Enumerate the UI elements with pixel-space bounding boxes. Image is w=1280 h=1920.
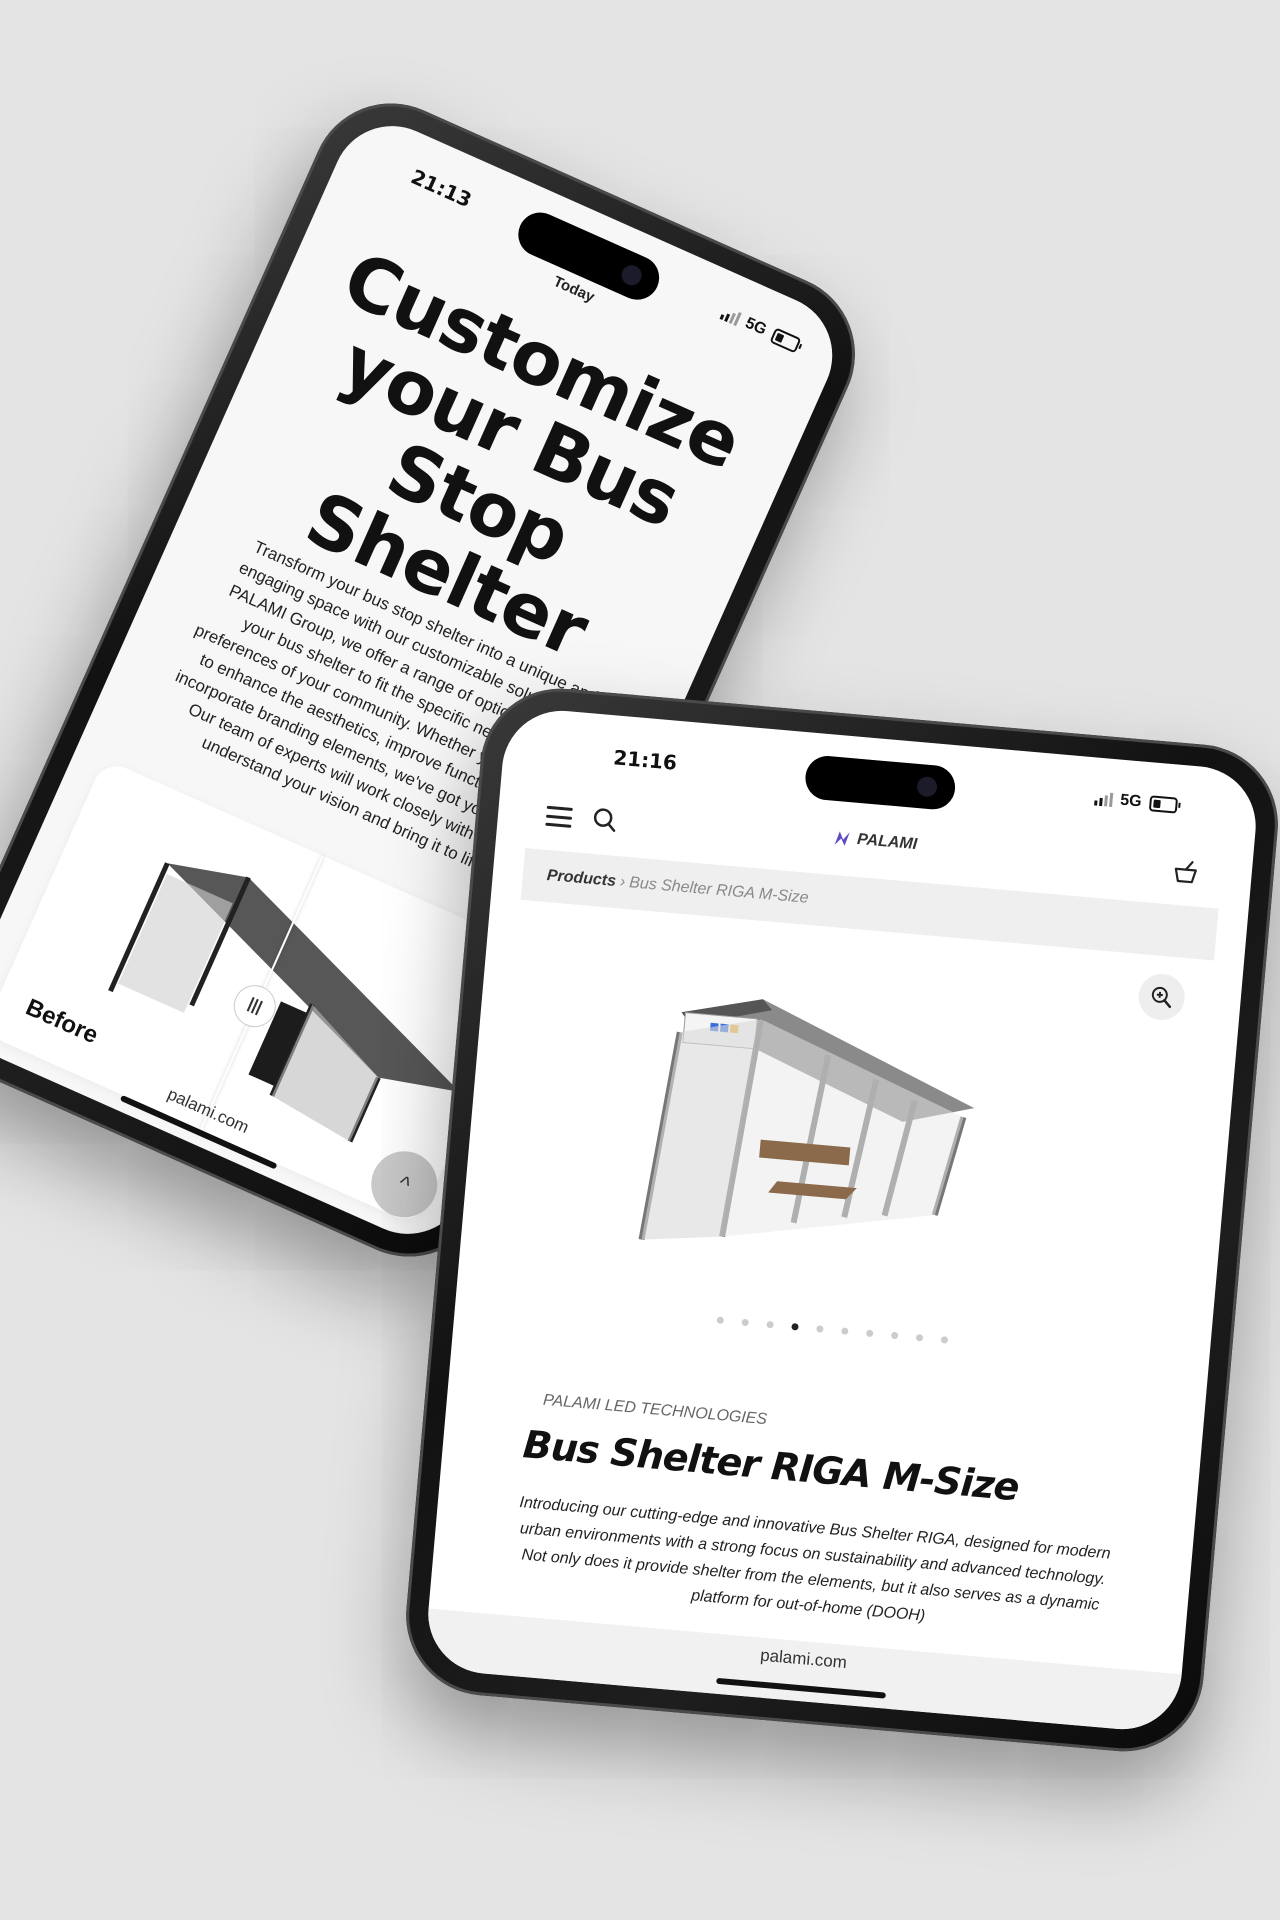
gallery-dot[interactable] (915, 1333, 924, 1342)
gallery-dot[interactable] (766, 1320, 774, 1329)
gallery-dot[interactable] (741, 1318, 749, 1327)
breadcrumb-separator: › (619, 873, 627, 891)
url-text: palami.com (759, 1645, 848, 1673)
status-time: 21:13 (407, 164, 476, 213)
gallery-dot[interactable] (890, 1331, 899, 1340)
product-brand: PALAMI LED TECHNOLOGIES (542, 1391, 768, 1429)
status-time: 21:16 (612, 745, 678, 775)
chevron-up-icon: ^ (394, 1170, 415, 1198)
dynamic-island (803, 754, 957, 812)
status-indicators: 5G (718, 304, 802, 354)
gallery-dot[interactable] (716, 1316, 725, 1325)
phone-screen: 21:16 5G PALAMI Products › Bus Shelter R… (423, 705, 1261, 1735)
signal-icon (1093, 791, 1113, 807)
network-label: 5G (742, 314, 770, 339)
palami-logo-icon (834, 831, 850, 846)
logo-text: PALAMI (856, 830, 918, 854)
battery-icon (769, 327, 802, 354)
gallery-dot[interactable] (940, 1336, 949, 1344)
product-image[interactable] (599, 967, 1044, 1302)
zoom-in-icon (1151, 986, 1172, 1009)
gallery-dot[interactable] (791, 1323, 799, 1331)
gallery-dot[interactable] (816, 1325, 824, 1333)
palami-logo[interactable]: PALAMI (832, 829, 918, 854)
network-label: 5G (1119, 791, 1143, 811)
basket-icon[interactable] (1171, 856, 1201, 886)
phone-mockup-right: 21:16 5G PALAMI Products › Bus Shelter R… (399, 682, 1280, 1758)
gallery-pagination (456, 1294, 1210, 1367)
hamburger-icon[interactable] (545, 805, 573, 828)
gallery-dot[interactable] (841, 1327, 849, 1335)
breadcrumb-current: Bus Shelter RIGA M-Size (628, 874, 810, 907)
status-indicators: 5G (1093, 789, 1179, 814)
search-icon[interactable] (591, 806, 619, 834)
signal-icon (719, 306, 742, 326)
breadcrumb-products-link[interactable]: Products (546, 867, 617, 891)
zoom-button[interactable] (1136, 972, 1187, 1022)
battery-icon (1148, 795, 1179, 814)
gallery-dot[interactable] (865, 1329, 874, 1338)
